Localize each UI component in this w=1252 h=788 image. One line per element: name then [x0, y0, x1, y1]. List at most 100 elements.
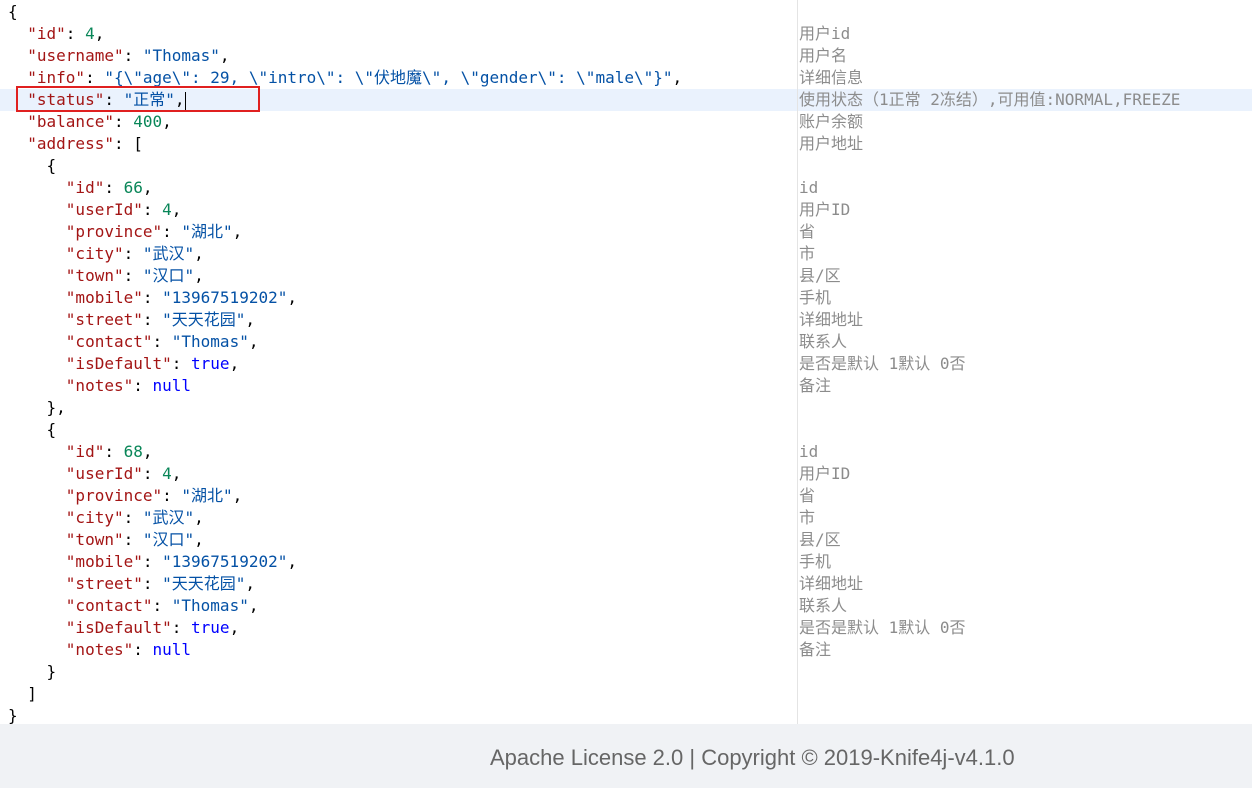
- json-key: "city": [65, 508, 124, 527]
- code-line: "notes": null: [8, 639, 191, 661]
- json-punctuation: :: [152, 332, 172, 351]
- field-description: 用户id: [799, 24, 851, 43]
- json-key: "notes": [65, 376, 134, 395]
- json-punctuation: :: [123, 46, 143, 65]
- code-line: "userId": 4,: [8, 463, 182, 485]
- json-punctuation: ,: [232, 486, 243, 505]
- json-punctuation: [8, 618, 66, 637]
- code-line: "province": "湖北",: [8, 221, 243, 243]
- json-punctuation: [8, 68, 27, 87]
- json-punctuation: [8, 640, 66, 659]
- json-punctuation: [8, 486, 66, 505]
- code-line: }: [8, 705, 18, 724]
- json-key: "id": [65, 178, 105, 197]
- json-punctuation: [8, 244, 66, 263]
- json-key: "street": [65, 310, 143, 329]
- json-key: "id": [65, 442, 105, 461]
- json-number-value: 400: [133, 112, 163, 131]
- comment-column-divider: [797, 0, 798, 724]
- json-string-value: "汉口": [142, 530, 195, 549]
- page-footer: Apache License 2.0 | Copyright © 2019-Kn…: [0, 724, 1252, 788]
- json-punctuation: [8, 24, 27, 43]
- json-punctuation: ,: [162, 112, 172, 131]
- json-punctuation: [8, 266, 66, 285]
- json-number-value: 66: [123, 178, 143, 197]
- json-punctuation: :: [123, 266, 143, 285]
- json-punctuation: [8, 376, 66, 395]
- json-punctuation: }: [8, 706, 18, 724]
- json-punctuation: ,: [142, 178, 153, 197]
- json-response-editor[interactable]: { "id": 4, "username": "Thomas", "info":…: [0, 0, 1252, 724]
- field-description: 账户余额: [799, 112, 864, 131]
- json-punctuation: :: [142, 464, 163, 483]
- json-key: "username": [27, 46, 124, 65]
- json-punctuation: ,: [287, 288, 297, 307]
- json-punctuation: :: [142, 288, 163, 307]
- field-description: 市: [799, 508, 816, 527]
- json-punctuation: ,: [248, 596, 259, 615]
- json-key: "isDefault": [65, 354, 172, 373]
- json-punctuation: [8, 508, 66, 527]
- field-description: id: [799, 178, 819, 197]
- json-punctuation: }: [8, 662, 57, 681]
- json-punctuation: ,: [287, 552, 297, 571]
- json-punctuation: ,: [171, 464, 182, 483]
- json-punctuation: },: [8, 398, 66, 417]
- field-description: id: [799, 442, 819, 461]
- json-punctuation: :: [162, 486, 182, 505]
- field-description: 手机: [799, 288, 832, 307]
- field-description: 联系人: [799, 332, 848, 351]
- json-punctuation: [8, 442, 66, 461]
- json-punctuation: [8, 332, 66, 351]
- status-field-highlight-box: [16, 86, 260, 112]
- json-punctuation: :: [142, 574, 163, 593]
- code-line: "province": "湖北",: [8, 485, 243, 507]
- json-punctuation: {: [8, 156, 57, 175]
- field-description: 用户名: [799, 46, 848, 65]
- json-punctuation: :: [85, 68, 105, 87]
- code-line: ]: [8, 683, 37, 705]
- code-line: "street": "天天花园",: [8, 573, 255, 595]
- code-line: "notes": null: [8, 375, 191, 397]
- json-punctuation: :: [133, 640, 153, 659]
- json-key: "notes": [65, 640, 134, 659]
- field-description: 备注: [799, 376, 832, 395]
- code-line: "town": "汉口",: [8, 529, 204, 551]
- json-punctuation: [8, 46, 27, 65]
- json-key: "province": [65, 222, 163, 241]
- code-line: "contact": "Thomas",: [8, 595, 259, 617]
- field-description: 备注: [799, 640, 832, 659]
- code-line: "street": "天天花园",: [8, 309, 255, 331]
- code-line: "contact": "Thomas",: [8, 331, 259, 353]
- json-number-value: 4: [162, 200, 172, 219]
- field-description: 用户ID: [799, 200, 851, 219]
- json-key: "province": [65, 486, 163, 505]
- field-description: 县/区: [799, 266, 841, 285]
- json-string-value: "13967519202": [162, 552, 288, 571]
- json-key: "town": [65, 266, 124, 285]
- json-key: "info": [27, 68, 86, 87]
- code-line: "city": "武汉",: [8, 243, 204, 265]
- json-punctuation: [8, 178, 66, 197]
- json-string-value: "{\"age\": 29, \"intro\": \"伏地魔\", \"gen…: [104, 68, 673, 87]
- json-key: "contact": [65, 596, 153, 615]
- json-string-value: "湖北": [181, 222, 233, 241]
- code-line: {: [8, 419, 57, 441]
- json-literal-value: null: [152, 640, 192, 659]
- json-punctuation: [8, 574, 66, 593]
- json-key: "address": [27, 134, 114, 153]
- json-punctuation: :: [142, 200, 163, 219]
- field-description: 用户地址: [799, 134, 864, 153]
- json-punctuation: :: [65, 24, 86, 43]
- json-string-value: "武汉": [142, 508, 195, 527]
- json-punctuation: :: [133, 376, 153, 395]
- code-line: "userId": 4,: [8, 199, 182, 221]
- field-description: 市: [799, 244, 816, 263]
- json-punctuation: :: [123, 508, 143, 527]
- json-string-value: "天天花园": [162, 574, 246, 593]
- json-key: "id": [27, 24, 66, 43]
- code-line: "id": 4,: [8, 23, 104, 45]
- json-punctuation: [8, 310, 66, 329]
- field-description: 省: [799, 222, 816, 241]
- json-punctuation: :: [171, 354, 192, 373]
